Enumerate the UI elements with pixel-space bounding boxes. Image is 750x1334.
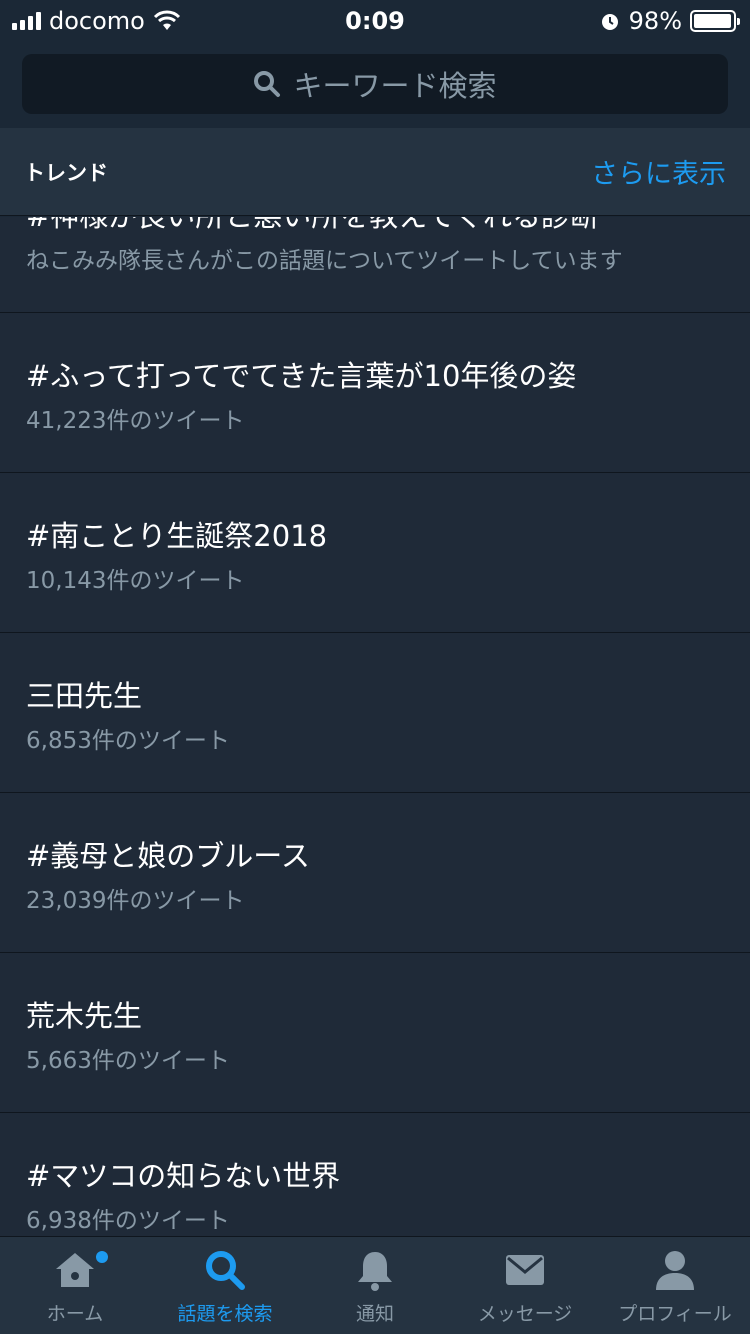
status-right: 98% bbox=[599, 7, 740, 35]
home-icon bbox=[52, 1247, 98, 1293]
trend-name: #南ことり生誕祭2018 bbox=[26, 519, 328, 553]
trend-meta: 6,853件のツイート bbox=[26, 728, 230, 754]
tab-bar: ホーム 話題を検索 通知 メッセージ プロフィール bbox=[0, 1236, 750, 1334]
bell-icon bbox=[352, 1247, 398, 1293]
trend-meta: 41,223件のツイート bbox=[26, 408, 245, 434]
status-bar: docomo 0:09 98% bbox=[0, 0, 750, 42]
search-placeholder: キーワード検索 bbox=[293, 69, 497, 103]
trend-item[interactable]: 三田先生 6,853件のツイート bbox=[0, 633, 750, 793]
trend-item[interactable]: #神様が良い所と悪い所を教えてくれる診断 ねこみみ隊長さんがこの話題についてツイ… bbox=[0, 217, 750, 313]
notification-dot bbox=[96, 1251, 108, 1263]
trend-list: #神様が良い所と悪い所を教えてくれる診断 ねこみみ隊長さんがこの話題についてツイ… bbox=[0, 217, 750, 1236]
trend-meta: ねこみみ隊長さんがこの話題についてツイートしています bbox=[26, 248, 623, 274]
trend-item[interactable]: #義母と娘のブルース 23,039件のツイート bbox=[0, 793, 750, 953]
trend-item[interactable]: 荒木先生 5,663件のツイート bbox=[0, 953, 750, 1113]
tab-label: 通知 bbox=[355, 1303, 394, 1325]
search-icon bbox=[254, 71, 281, 97]
tab-home[interactable]: ホーム bbox=[0, 1237, 150, 1334]
tab-search[interactable]: 話題を検索 bbox=[150, 1237, 300, 1334]
search-icon bbox=[202, 1247, 248, 1293]
wifi-icon bbox=[153, 10, 180, 30]
trends-title: トレンド bbox=[24, 160, 108, 185]
trend-name: 荒木先生 bbox=[26, 999, 143, 1033]
tab-messages[interactable]: メッセージ bbox=[450, 1237, 600, 1334]
tab-label: 話題を検索 bbox=[177, 1303, 273, 1325]
trend-meta: 23,039件のツイート bbox=[26, 888, 245, 914]
trend-item[interactable]: #マツコの知らない世界 6,938件のツイート bbox=[0, 1113, 750, 1236]
alarm-icon bbox=[601, 14, 618, 30]
trend-meta: 10,143件のツイート bbox=[26, 568, 245, 594]
trend-item[interactable]: #南ことり生誕祭2018 10,143件のツイート bbox=[0, 473, 750, 633]
trend-name: 三田先生 bbox=[26, 679, 143, 713]
battery-icon bbox=[690, 10, 740, 32]
trend-meta: 5,663件のツイート bbox=[26, 1048, 230, 1074]
battery-fill bbox=[694, 14, 732, 28]
tab-label: プロフィール bbox=[618, 1303, 732, 1325]
mail-icon bbox=[502, 1247, 548, 1293]
signal-icon bbox=[12, 12, 41, 30]
tab-label: ホーム bbox=[46, 1303, 104, 1325]
carrier-name: docomo bbox=[49, 7, 145, 35]
trend-item[interactable]: #ふって打ってでてきた言葉が10年後の姿 41,223件のツイート bbox=[0, 313, 750, 473]
tab-notifications[interactable]: 通知 bbox=[300, 1237, 450, 1334]
show-more-link[interactable]: さらに表示 bbox=[591, 152, 726, 191]
trend-name: #マツコの知らない世界 bbox=[26, 1159, 341, 1193]
trends-header: トレンド さらに表示 bbox=[0, 128, 750, 216]
person-icon bbox=[652, 1247, 698, 1293]
tab-profile[interactable]: プロフィール bbox=[600, 1237, 750, 1334]
trend-meta: 6,938件のツイート bbox=[26, 1208, 230, 1234]
search-bar-container: キーワード検索 bbox=[0, 42, 750, 128]
trend-name: #神様が良い所と悪い所を教えてくれる診断 bbox=[26, 217, 599, 235]
battery-percent: 98% bbox=[628, 7, 682, 35]
tab-label: メッセージ bbox=[477, 1303, 573, 1325]
trend-name: #ふって打ってでてきた言葉が10年後の姿 bbox=[26, 359, 577, 393]
trend-name: #義母と娘のブルース bbox=[26, 839, 310, 873]
search-input[interactable]: キーワード検索 bbox=[22, 54, 728, 114]
status-left: docomo bbox=[12, 7, 181, 35]
